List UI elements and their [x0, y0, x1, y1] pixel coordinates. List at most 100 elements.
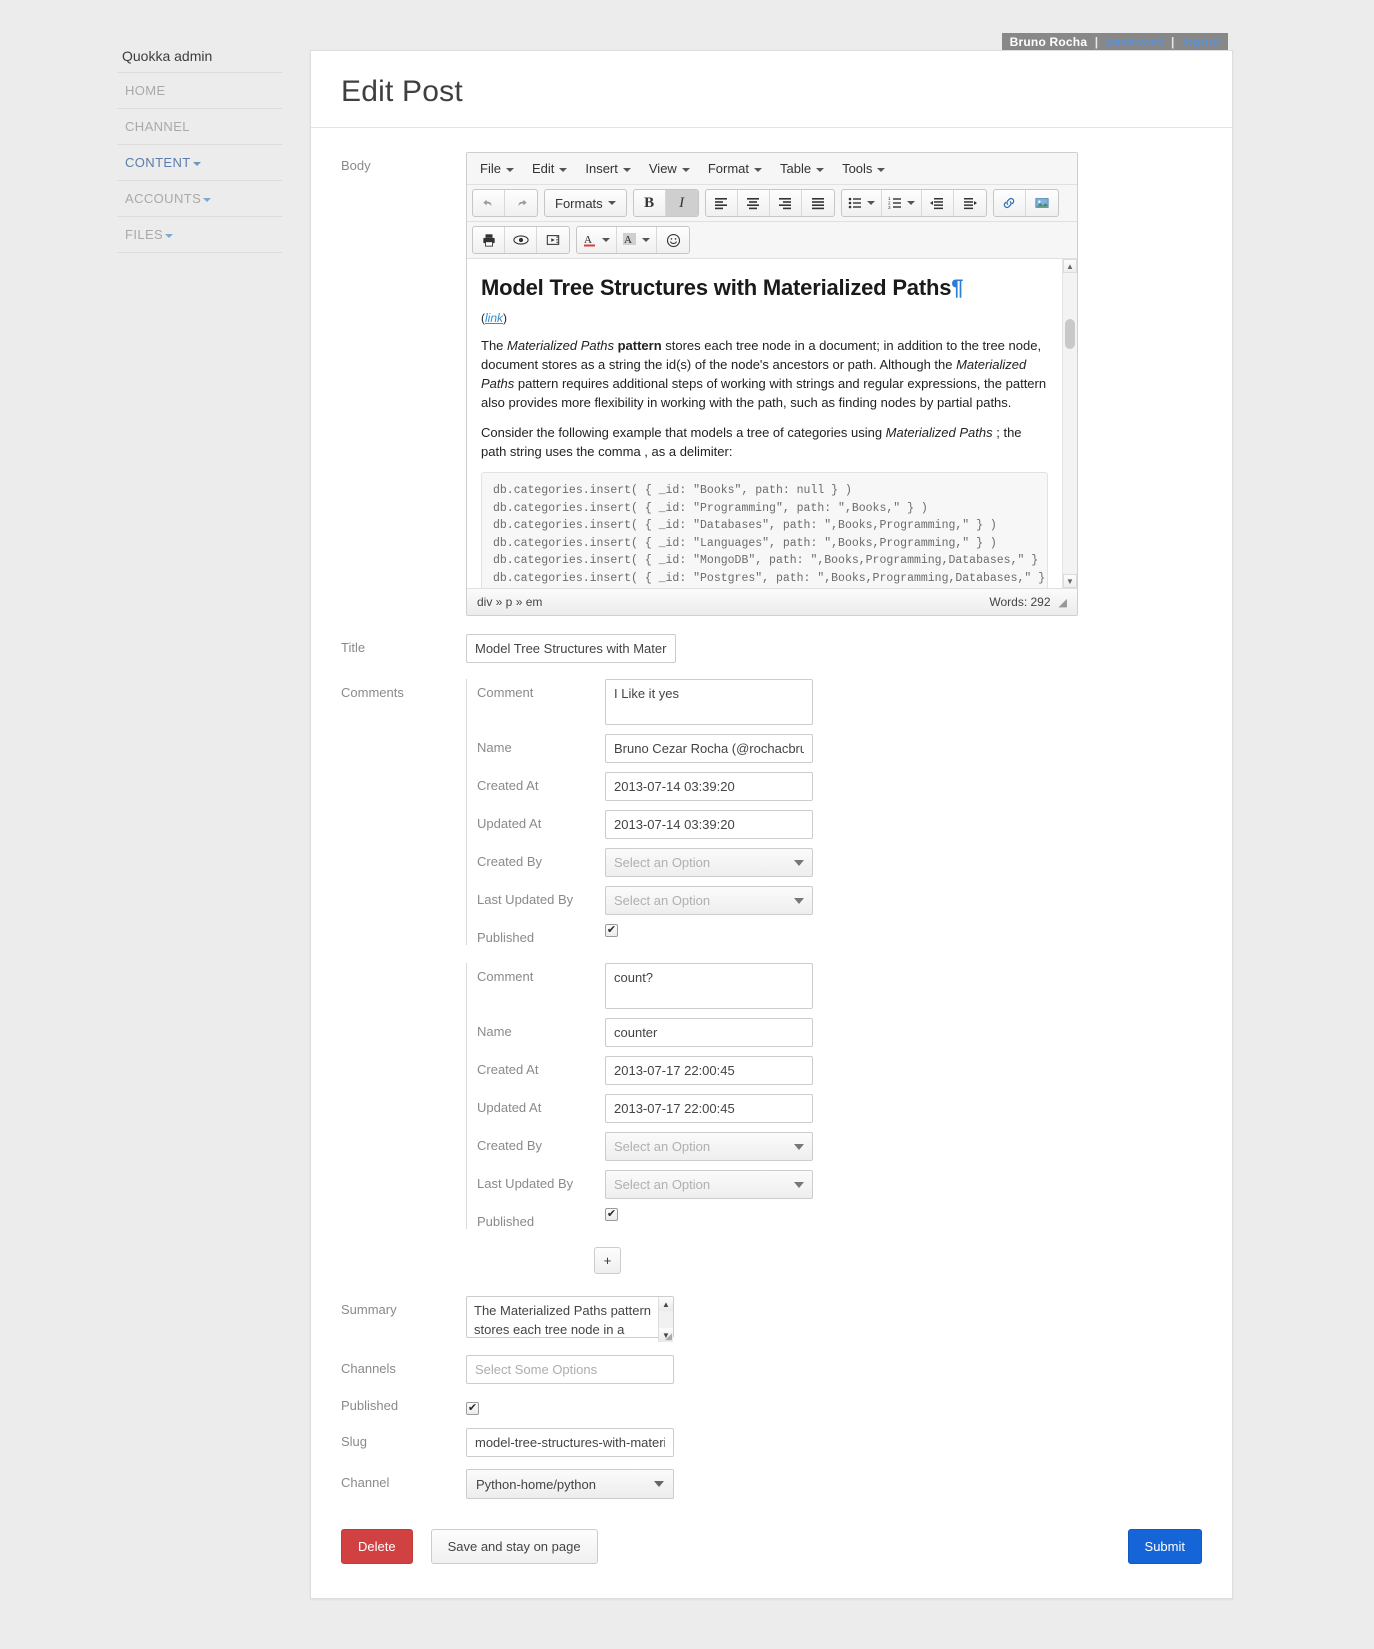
svg-text:A: A [624, 234, 632, 246]
italic-button[interactable]: I [665, 190, 698, 216]
submit-button[interactable]: Submit [1127, 1529, 1202, 1564]
created-by-label: Created By [477, 854, 543, 869]
created-by-select[interactable]: Select an Option [605, 848, 813, 877]
menu-insert[interactable]: Insert [576, 157, 640, 180]
menu-edit[interactable]: Edit [523, 157, 576, 180]
created-by-value: Select an Option [614, 1139, 711, 1154]
menu-view[interactable]: View [640, 157, 699, 180]
field-row-title: Title [341, 634, 1202, 663]
sidebar-item-label: ACCOUNTS [125, 191, 202, 206]
editor-toolbar-row-1: Formats B I 1 2 3 [467, 185, 1077, 222]
last-updated-by-value: Select an Option [614, 893, 711, 908]
updated-at-input[interactable] [605, 810, 813, 839]
menu-format[interactable]: Format [699, 157, 771, 180]
word-count-text: Words: 292 [989, 595, 1051, 609]
comment-textarea[interactable] [605, 963, 813, 1009]
redo-icon[interactable] [505, 190, 537, 216]
name-input[interactable] [605, 734, 813, 763]
last-updated-by-select[interactable]: Select an Option [605, 886, 813, 915]
sidebar-item-accounts[interactable]: ACCOUNTS [117, 181, 282, 217]
add-comment-button[interactable]: + [594, 1247, 621, 1274]
element-path[interactable]: div » p » em [477, 595, 542, 609]
align-left-icon[interactable] [706, 190, 738, 216]
created-by-select[interactable]: Select an Option [605, 1132, 813, 1161]
p2-em: Materialized Paths [885, 424, 993, 440]
delete-button[interactable]: Delete [341, 1529, 413, 1564]
source-link[interactable]: link [485, 311, 503, 325]
resize-handle-icon[interactable]: ◢ [665, 1331, 672, 1342]
formats-button[interactable]: Formats [545, 190, 626, 216]
bold-button[interactable]: B [634, 190, 666, 216]
menu-table[interactable]: Table [771, 157, 833, 180]
channels-input[interactable] [466, 1355, 674, 1384]
sidebar-item-label: CONTENT [125, 155, 191, 170]
slug-input[interactable] [466, 1428, 674, 1457]
comment-1-name-row: Name [477, 734, 1202, 763]
pilcrow-icon: ¶ [951, 275, 964, 300]
summary-textarea[interactable] [466, 1296, 674, 1338]
channel-label: Channel [341, 1475, 390, 1490]
outdent-icon[interactable] [922, 190, 954, 216]
scroll-down-icon[interactable]: ▼ [1063, 574, 1077, 588]
published-checkbox[interactable]: ✔ [605, 924, 618, 937]
align-center-icon[interactable] [738, 190, 770, 216]
published-checkbox[interactable]: ✔ [605, 1208, 618, 1221]
created-at-input[interactable] [605, 772, 813, 801]
chevron-down-icon [794, 859, 804, 866]
channel-select[interactable]: Python-home/python [466, 1469, 674, 1499]
indent-icon[interactable] [954, 190, 986, 216]
edit-post-form: Body File Edit Insert View Format Table … [311, 128, 1232, 1499]
p1-c: pattern requires additional steps of wor… [481, 375, 1047, 410]
form-actions: Delete Save and stay on page Submit [311, 1529, 1232, 1598]
created-at-input[interactable] [605, 1056, 813, 1085]
scroll-up-icon[interactable]: ▲ [659, 1297, 673, 1311]
link-icon[interactable] [994, 190, 1026, 216]
text-color-icon[interactable]: A [577, 227, 617, 253]
undo-icon[interactable] [473, 190, 505, 216]
editor-resize-handle[interactable]: ◢ [1059, 596, 1067, 609]
sidebar-item-files[interactable]: FILES [117, 217, 282, 253]
scroll-up-icon[interactable]: ▲ [1063, 259, 1077, 273]
channel-value: Python-home/python [476, 1476, 596, 1492]
print-icon[interactable] [473, 227, 505, 253]
published-checkbox[interactable]: ✔ [466, 1402, 479, 1415]
chevron-down-icon [681, 167, 690, 172]
align-justify-icon[interactable] [802, 190, 834, 216]
sidebar-item-content[interactable]: CONTENT [117, 145, 282, 181]
logout-link[interactable]: logout [1182, 35, 1220, 49]
image-icon[interactable] [1026, 190, 1058, 216]
media-icon[interactable] [537, 227, 569, 253]
editor-statusbar: div » p » em Words: 292 ◢ [467, 589, 1077, 615]
name-input[interactable] [605, 1018, 813, 1047]
emoticon-icon[interactable] [657, 227, 689, 253]
field-row-summary: Summary ▲ ▼ ◢ [341, 1296, 1202, 1343]
chevron-down-icon [622, 167, 631, 172]
comment-label: Comment [477, 969, 534, 984]
last-updated-by-select[interactable]: Select an Option [605, 1170, 813, 1199]
sidebar-item-home[interactable]: HOME [117, 73, 282, 109]
title-input[interactable] [466, 634, 676, 663]
editor-content[interactable]: Model Tree Structures with Materialized … [467, 259, 1062, 588]
menu-tools[interactable]: Tools [833, 157, 894, 180]
save-and-stay-button[interactable]: Save and stay on page [430, 1529, 598, 1564]
comment-1-updated-at-row: Updated At [477, 810, 1202, 839]
chevron-down-icon [505, 167, 514, 172]
preview-eye-icon[interactable] [505, 227, 537, 253]
comment-textarea[interactable] [605, 679, 813, 725]
created-by-label: Created By [477, 1138, 543, 1153]
numbered-list-icon[interactable]: 123 [882, 190, 922, 216]
password-link[interactable]: password [1106, 35, 1164, 49]
bullet-list-icon[interactable] [842, 190, 882, 216]
last-updated-by-label: Last Updated By [477, 1176, 574, 1191]
updated-at-input[interactable] [605, 1094, 813, 1123]
editor-code-block: db.categories.insert( { _id: "Books", pa… [481, 472, 1048, 588]
editor-scrollbar[interactable]: ▲ ▼ [1062, 259, 1077, 588]
menu-file[interactable]: File [471, 157, 523, 180]
scrollbar-thumb[interactable] [1065, 319, 1075, 349]
align-right-icon[interactable] [770, 190, 802, 216]
background-color-icon[interactable]: A [617, 227, 657, 253]
rich-text-editor[interactable]: File Edit Insert View Format Table Tools [466, 152, 1078, 616]
editor-body[interactable]: Model Tree Structures with Materialized … [467, 259, 1077, 589]
sidebar-item-channel[interactable]: CHANNEL [117, 109, 282, 145]
comment-2-published-row: Published ✔ [477, 1208, 1202, 1229]
